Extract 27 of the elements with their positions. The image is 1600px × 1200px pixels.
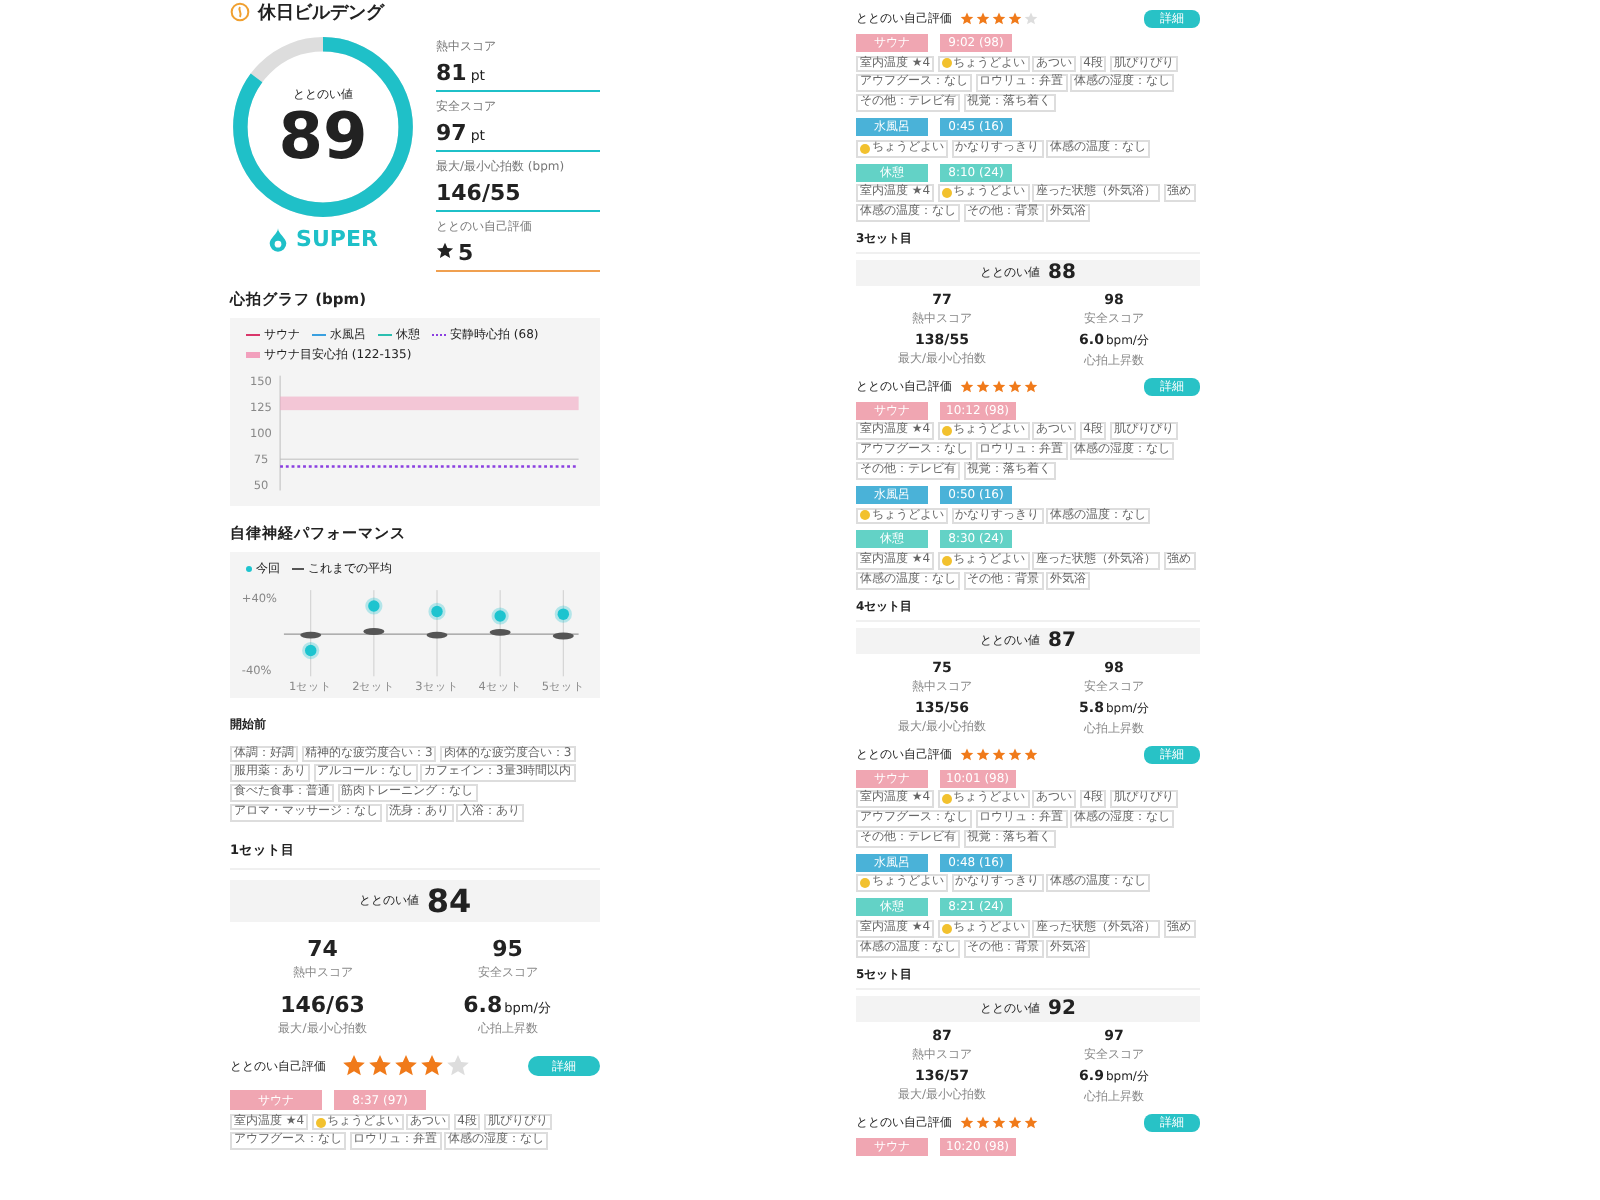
stat-value: 74 xyxy=(307,936,338,963)
score-value: 88 xyxy=(1048,261,1076,284)
average-marker xyxy=(363,628,385,635)
stat-value: 81 xyxy=(436,60,467,86)
drop-icon xyxy=(268,227,289,251)
stat-value: 5 xyxy=(458,240,474,266)
stat-value: 146/55 xyxy=(436,180,521,206)
page-title: 休日ビルデング xyxy=(258,1,384,25)
average-marker xyxy=(552,632,574,640)
data-point xyxy=(365,597,383,615)
stat-value: 6.8 xyxy=(463,992,503,1019)
score-value: 92 xyxy=(1048,997,1076,1020)
average-marker xyxy=(300,631,322,639)
grade-label: SUPER xyxy=(296,226,378,252)
data-point xyxy=(491,607,509,625)
stat-value: 95 xyxy=(492,936,523,963)
star-icon xyxy=(436,242,454,260)
stat-value: 97 xyxy=(436,120,467,146)
average-marker xyxy=(426,631,448,639)
stat-value: 146/63 xyxy=(280,992,365,1019)
data-point xyxy=(428,602,446,621)
data-point xyxy=(554,605,572,623)
score-value: 87 xyxy=(1048,629,1076,652)
gauge-score: 89 xyxy=(278,104,368,168)
average-marker xyxy=(489,628,511,636)
score-value: 84 xyxy=(426,882,472,921)
data-point xyxy=(302,641,320,660)
